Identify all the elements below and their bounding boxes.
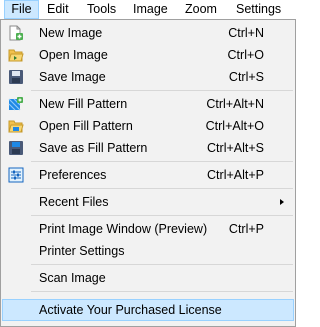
menu-bar: File Edit Tools Image Zoom Settings bbox=[0, 0, 297, 19]
menu-item-save-fill-pattern[interactable]: Save as Fill Pattern Ctrl+Alt+S bbox=[2, 137, 294, 159]
menu-edit[interactable]: Edit bbox=[47, 0, 69, 19]
menu-item-label: Open Image bbox=[39, 48, 108, 62]
shortcut-label: Ctrl+N bbox=[228, 26, 264, 40]
menu-item-preferences[interactable]: Preferences Ctrl+Alt+P bbox=[2, 164, 294, 186]
new-fill-pattern-icon bbox=[8, 96, 24, 112]
menu-item-label: Open Fill Pattern bbox=[39, 119, 133, 133]
shortcut-label: Ctrl+S bbox=[228, 70, 264, 84]
menu-item-label: New Fill Pattern bbox=[39, 97, 128, 111]
menu-separator bbox=[31, 90, 293, 91]
open-image-icon bbox=[8, 47, 24, 63]
save-fill-pattern-icon bbox=[8, 140, 24, 156]
shortcut-label: Ctrl+Alt+P bbox=[207, 168, 264, 182]
shortcut-label: Ctrl+Alt+S bbox=[207, 141, 264, 155]
shortcut-label: Ctrl+Alt+N bbox=[206, 97, 264, 111]
menu-item-open-image[interactable]: Open Image Ctrl+O bbox=[2, 44, 294, 66]
save-disk-icon bbox=[8, 69, 24, 85]
menu-separator bbox=[31, 161, 293, 162]
menu-item-new-image[interactable]: New Image Ctrl+N bbox=[2, 22, 294, 44]
menu-item-save-image[interactable]: Save Image Ctrl+S bbox=[2, 66, 294, 88]
menu-item-label: Printer Settings bbox=[39, 244, 125, 258]
shortcut-label: Ctrl+Alt+O bbox=[205, 119, 264, 133]
preferences-sliders-icon bbox=[8, 167, 24, 183]
submenu-arrow-icon bbox=[280, 199, 284, 205]
menu-tools[interactable]: Tools bbox=[87, 0, 116, 19]
menu-zoom[interactable]: Zoom bbox=[185, 0, 217, 19]
file-dropdown-menu: New Image Ctrl+N Open Image Ctrl+O Save … bbox=[0, 19, 296, 327]
menu-item-label: Activate Your Purchased License bbox=[39, 303, 222, 317]
menu-item-recent-files[interactable]: Recent Files bbox=[2, 191, 294, 213]
menu-item-scan-image[interactable]: Scan Image bbox=[2, 267, 294, 289]
menu-item-label: Scan Image bbox=[39, 271, 106, 285]
menu-file[interactable]: File bbox=[4, 0, 39, 19]
menu-item-label: Recent Files bbox=[39, 195, 109, 209]
shortcut-label: Ctrl+O bbox=[227, 48, 264, 62]
menu-item-open-fill-pattern[interactable]: Open Fill Pattern Ctrl+Alt+O bbox=[2, 115, 294, 137]
menu-item-label: Print Image Window (Preview) bbox=[39, 222, 208, 236]
menu-separator bbox=[31, 188, 293, 189]
menu-separator bbox=[31, 264, 293, 265]
menu-item-label: Save as Fill Pattern bbox=[39, 141, 148, 155]
new-image-icon bbox=[8, 25, 24, 41]
shortcut-label: Ctrl+P bbox=[228, 222, 264, 236]
menu-separator bbox=[31, 291, 293, 292]
menu-separator bbox=[31, 215, 293, 216]
menu-item-label: New Image bbox=[39, 26, 103, 40]
open-fill-pattern-icon bbox=[8, 118, 24, 134]
menu-item-label: Save Image bbox=[39, 70, 106, 84]
menu-item-activate-license[interactable]: Activate Your Purchased License bbox=[2, 299, 294, 321]
menu-item-new-fill-pattern[interactable]: New Fill Pattern Ctrl+Alt+N bbox=[2, 93, 294, 115]
menu-settings[interactable]: Settings bbox=[236, 0, 281, 19]
menu-item-print-image-window[interactable]: Print Image Window (Preview) Ctrl+P bbox=[2, 218, 294, 240]
menu-item-label: Preferences bbox=[39, 168, 107, 182]
menu-image[interactable]: Image bbox=[133, 0, 168, 19]
menu-item-printer-settings[interactable]: Printer Settings bbox=[2, 240, 294, 262]
